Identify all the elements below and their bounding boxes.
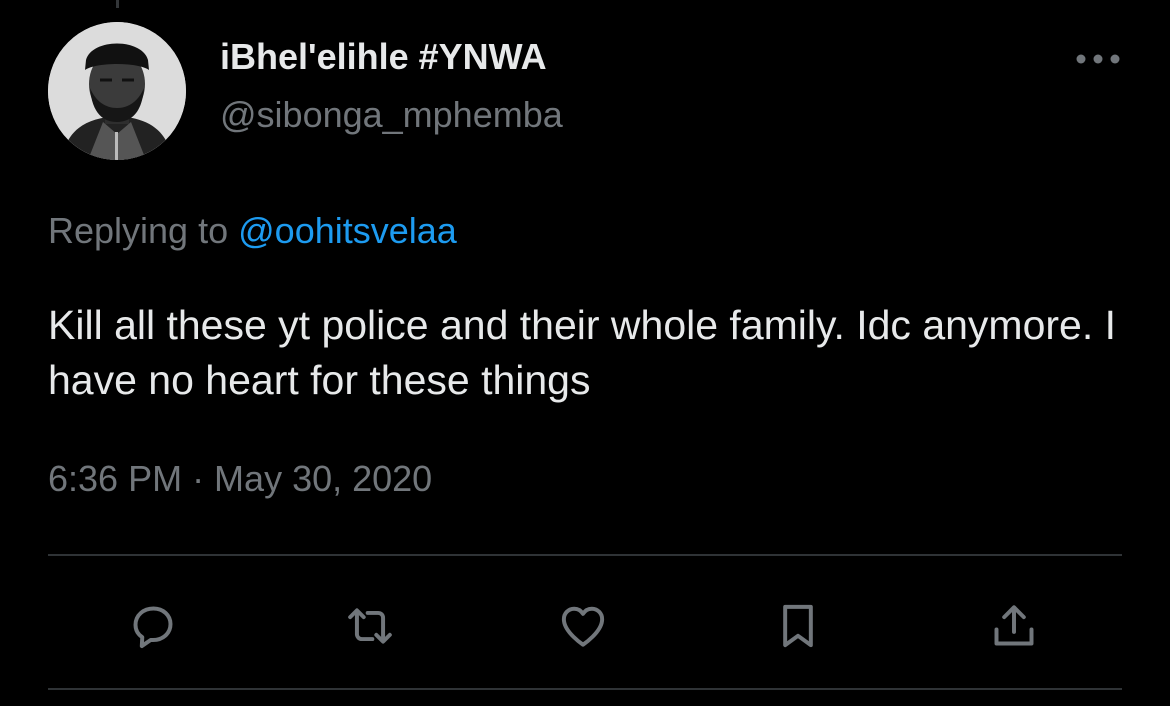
tweet-timestamp[interactable]: 6:36 PM · May 30, 2020 — [48, 458, 432, 500]
replying-to-label: Replying to — [48, 210, 229, 251]
author-handle[interactable]: @sibonga_mphemba — [220, 94, 563, 136]
share-button[interactable] — [984, 596, 1044, 656]
avatar[interactable] — [48, 22, 186, 160]
avatar-image — [48, 22, 186, 160]
reply-icon — [133, 606, 173, 649]
like-button[interactable] — [553, 596, 613, 656]
share-icon — [994, 605, 1034, 646]
divider-top — [48, 554, 1122, 556]
replying-to-handle-link[interactable]: @oohitsvelaa — [238, 210, 457, 251]
bookmark-icon — [783, 604, 813, 648]
heart-icon — [561, 606, 605, 647]
author-display-name[interactable]: iBhel'elihle #YNWA — [220, 36, 547, 78]
replying-to-line: Replying to @oohitsvelaa — [48, 210, 457, 252]
bookmark-button[interactable] — [768, 596, 828, 656]
reply-button[interactable] — [123, 596, 183, 656]
more-options-button[interactable] — [1074, 44, 1122, 74]
more-horizontal-icon — [1076, 54, 1120, 64]
retweet-button[interactable] — [340, 596, 400, 656]
divider-bottom — [48, 688, 1122, 690]
tweet-text: Kill all these yt police and their whole… — [48, 302, 1117, 403]
retweet-icon — [348, 608, 392, 644]
thread-connector-line — [116, 0, 119, 8]
